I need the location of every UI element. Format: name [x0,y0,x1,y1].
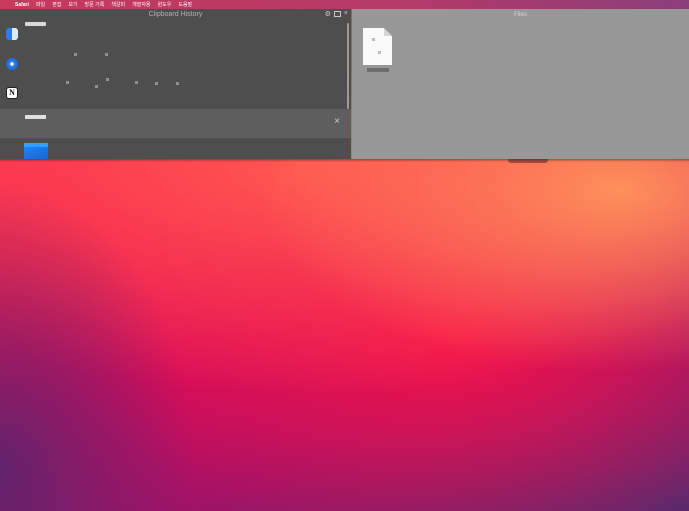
menu-item-history[interactable]: 방문 기록 [85,1,105,8]
files-panel: Files [352,9,689,159]
panel-close-icon[interactable]: × [344,10,348,18]
clipboard-row-text-redacted [25,115,46,119]
document-icon[interactable] [363,28,392,65]
settings-icon[interactable]: ⚙ [325,10,331,18]
menu-app-name[interactable]: Safari [15,2,29,8]
menu-item-window[interactable]: 윈도우 [158,1,172,8]
menu-item-file[interactable]: 파일 [36,1,45,8]
document-fold [384,28,392,36]
clipboard-panel-controls: ⚙ × [325,10,348,18]
clipboard-scrollbar[interactable] [347,23,349,109]
clipboard-item-redacted-mark [95,85,98,88]
menu-item-help[interactable]: 도움말 [178,1,192,8]
clipboard-item-redacted-mark [66,81,69,84]
panel-drag-handle[interactable] [508,159,548,163]
files-panel-title: Files [514,12,527,18]
source-app-column: N ☆ [0,21,22,159]
notion-icon[interactable]: N [6,87,18,99]
document-redacted-mark [372,38,375,41]
menu-bar: Safari 파일 편집 보기 방문 기록 책갈피 개발자용 윈도우 도움말 [0,0,689,9]
clipboard-selected-row[interactable]: × [0,109,351,138]
document-redacted-mark [378,51,381,54]
clipboard-panel-title: Clipboard History [148,11,203,18]
clipboard-item-redacted-mark [155,82,158,85]
clipboard-item-redacted-mark [106,78,109,81]
file-name-redacted [367,68,389,72]
menu-item-view[interactable]: 보기 [68,1,77,8]
menu-item-bookmarks[interactable]: 책갈피 [111,1,125,8]
clipboard-item-redacted-mark [74,53,77,56]
panel-shadow [0,159,689,162]
clipboard-item-text-redacted[interactable] [25,22,46,26]
menu-item-develop[interactable]: 개발자용 [132,1,150,8]
clipboard-item-redacted-mark [135,81,138,84]
window-toggle-icon[interactable] [333,11,341,17]
clipboard-item-redacted-mark [105,53,108,56]
clipboard-history-panel: Clipboard History ⚙ × N ☆ × [0,9,351,159]
clipboard-image-thumbnail[interactable] [24,143,48,159]
clipboard-item-redacted-mark [176,82,179,85]
menu-item-edit[interactable]: 편집 [52,1,61,8]
safari-icon[interactable] [6,58,18,70]
close-icon[interactable]: × [334,117,340,127]
finder-icon[interactable] [6,28,18,40]
